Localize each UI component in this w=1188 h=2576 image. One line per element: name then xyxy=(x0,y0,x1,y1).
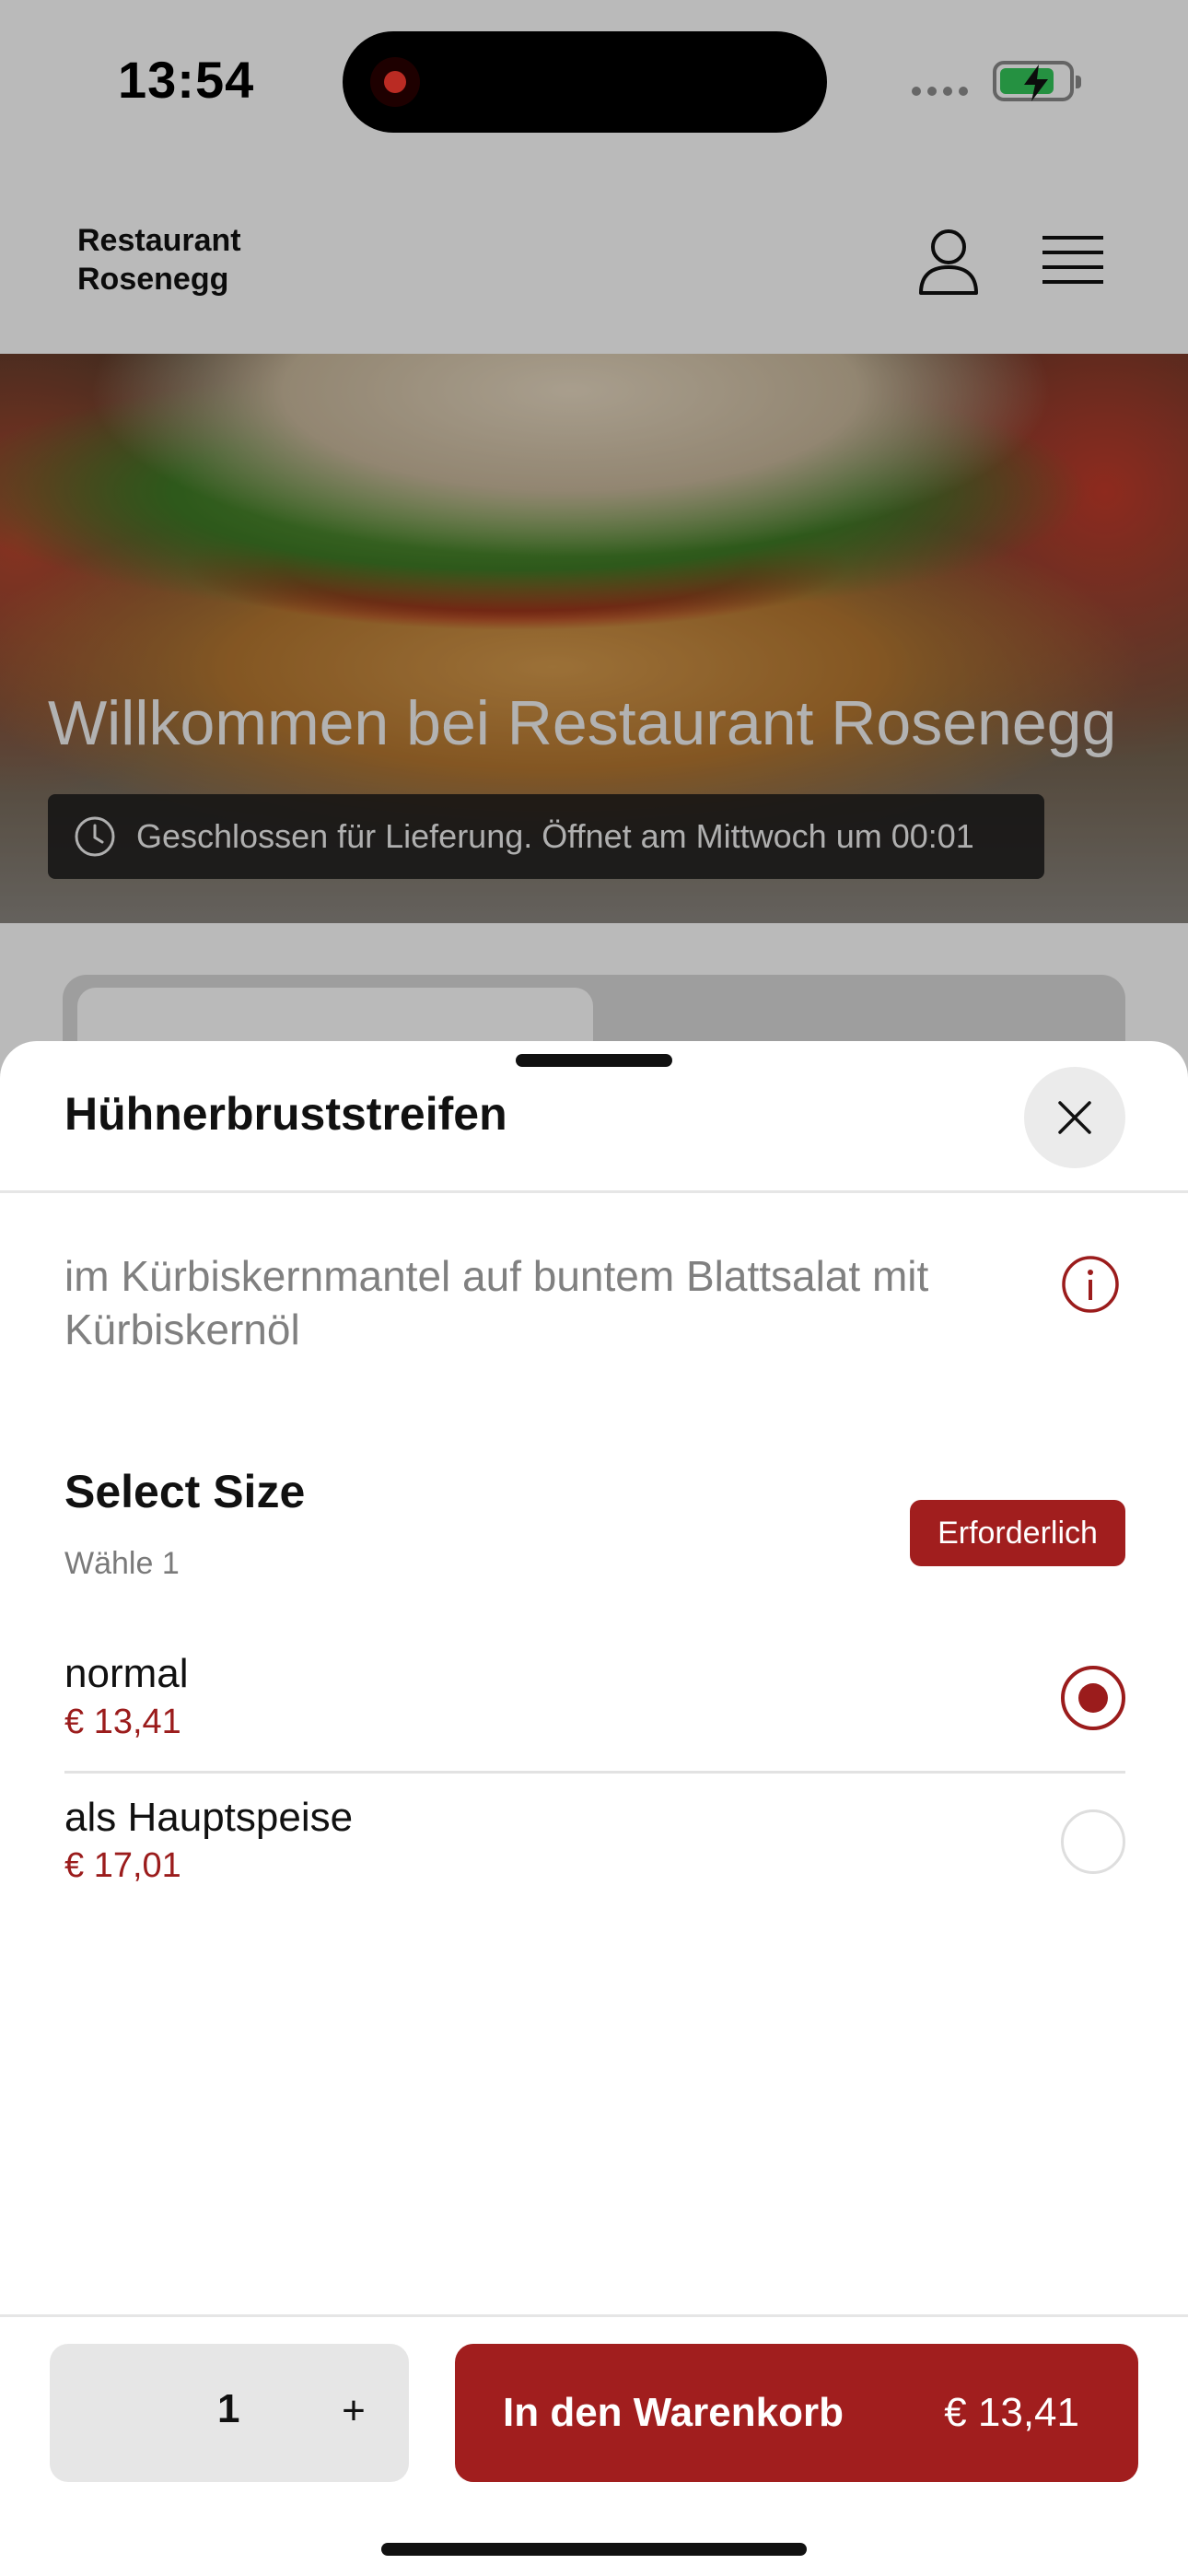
product-title: Hühnerbruststreifen xyxy=(64,1088,507,1140)
home-indicator xyxy=(381,2543,807,2556)
size-option-normal[interactable]: normal € 13,41 xyxy=(64,1644,1125,1782)
option-divider xyxy=(64,1771,1125,1774)
required-badge: Erforderlich xyxy=(910,1500,1125,1566)
close-icon xyxy=(1058,1101,1091,1134)
product-description: im Kürbiskernmantel auf buntem Blattsala… xyxy=(64,1252,929,1353)
radio-unselected[interactable] xyxy=(1061,1809,1125,1874)
footer-divider xyxy=(0,2314,1188,2317)
add-to-cart-price: € 13,41 xyxy=(944,2390,1079,2435)
add-to-cart-label: In den Warenkorb xyxy=(503,2390,844,2435)
info-icon[interactable] xyxy=(1061,1255,1120,1314)
add-to-cart-button[interactable]: In den Warenkorb € 13,41 xyxy=(455,2344,1138,2482)
quantity-value: 1 xyxy=(217,2386,240,2431)
close-button[interactable] xyxy=(1024,1067,1125,1168)
option-name: als Hauptspeise xyxy=(64,1795,354,1840)
quantity-plus-button[interactable]: + xyxy=(326,2379,381,2443)
option-name: normal xyxy=(64,1651,189,1696)
radio-selected[interactable] xyxy=(1061,1666,1125,1730)
size-section-title: Select Size xyxy=(64,1466,306,1517)
product-sheet: Hühnerbruststreifen im Kürbiskernmantel … xyxy=(0,1041,1188,2576)
quantity-stepper: 1 + xyxy=(50,2344,409,2482)
option-price: € 17,01 xyxy=(64,1846,181,1885)
size-section-subtitle: Wähle 1 xyxy=(64,1546,180,1581)
option-price: € 13,41 xyxy=(64,1703,181,1741)
divider xyxy=(0,1190,1188,1193)
size-option-hauptspeise[interactable]: als Hauptspeise € 17,01 xyxy=(64,1787,1125,1926)
sheet-grabber[interactable] xyxy=(516,1054,672,1067)
